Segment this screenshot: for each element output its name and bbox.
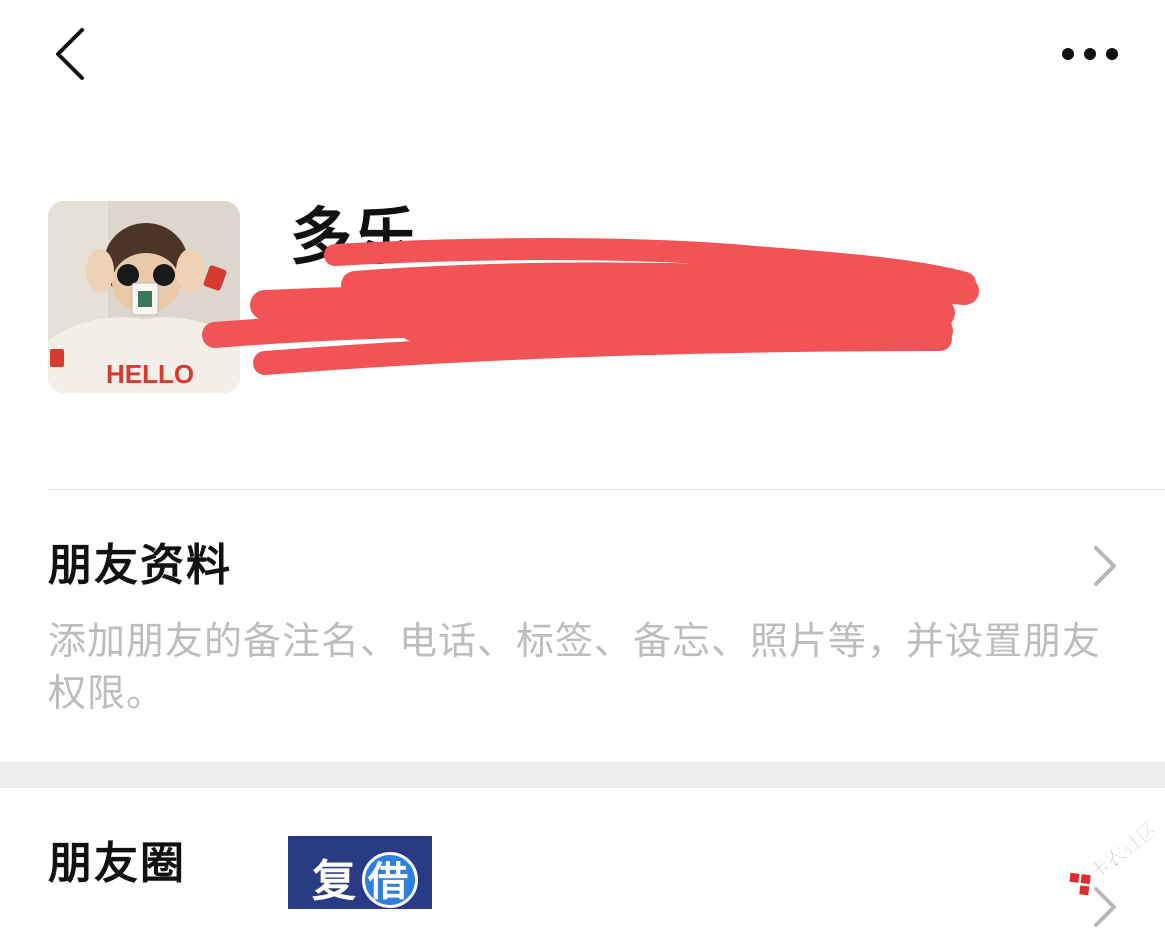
chevron-left-icon [56,28,84,80]
moments-title: 朋友圈 [48,838,186,889]
profile-name: 多乐 [290,200,419,273]
moments-thumbnail[interactable]: 复 借 [288,836,432,909]
thumbnail-text-1: 复 [312,856,356,907]
more-horizontal-icon [1062,48,1118,60]
thumbnail-text-2: 借 [368,859,408,905]
profile-header: HELLO 多乐 [0,150,1165,490]
friend-info-description: 添加朋友的备注名、电话、标签、备忘、照片等，并设置朋友权限。 [48,619,1102,715]
friend-info-cell[interactable]: 朋友资料 添加朋友的备注名、电话、标签、备忘、照片等，并设置朋友权限。 [0,490,1165,762]
friend-info-title: 朋友资料 [48,540,232,591]
section-separator [0,762,1165,788]
chevron-right-icon [1094,887,1116,927]
top-navigation-bar [0,0,1165,110]
moments-cell[interactable]: 朋友圈 复 借 [0,788,1165,927]
avatar-photo: HELLO [48,201,240,393]
more-options-button[interactable] [1050,30,1130,78]
back-button[interactable] [38,22,98,86]
chevron-right-icon [1094,546,1116,586]
avatar[interactable]: HELLO [48,201,240,393]
svg-text:HELLO: HELLO [106,359,194,389]
